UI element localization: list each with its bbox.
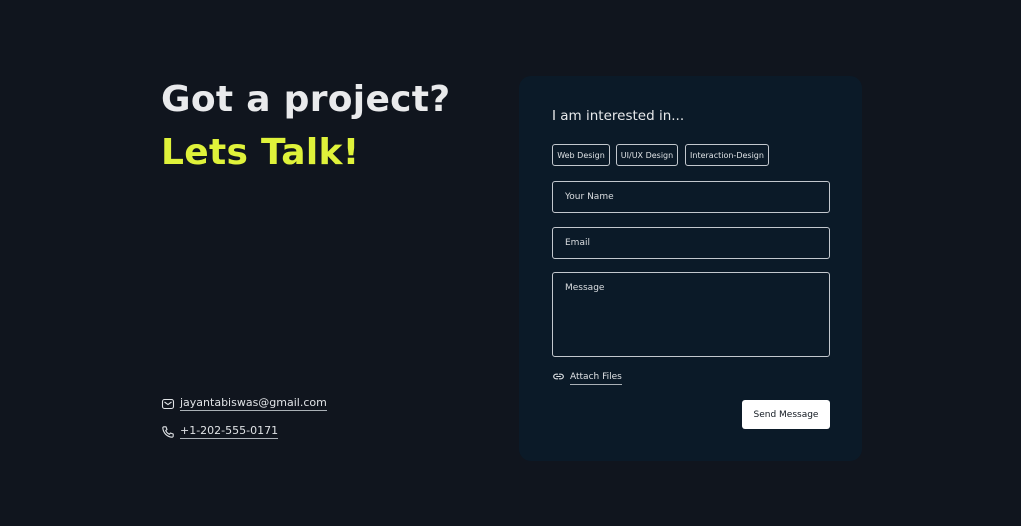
email-field[interactable]: Email: [552, 227, 830, 259]
send-message-button[interactable]: Send Message: [742, 400, 830, 429]
contact-form-card: I am interested in... Web Design UI/UX D…: [519, 76, 862, 461]
headline-accent: Lets Talk!: [161, 132, 360, 173]
contact-phone-text[interactable]: +1-202-555-0171: [180, 424, 279, 439]
attach-files-label[interactable]: Attach Files: [570, 372, 622, 385]
message-field[interactable]: Message: [552, 272, 830, 357]
mail-icon: [161, 397, 175, 411]
headline-primary: Got a project?: [161, 79, 451, 120]
phone-icon: [161, 425, 175, 439]
contact-email[interactable]: jayantabiswas@gmail.com: [161, 396, 327, 411]
contact-email-text[interactable]: jayantabiswas@gmail.com: [180, 396, 327, 411]
interest-label: I am interested in...: [552, 108, 685, 124]
attach-files-link[interactable]: Attach Files: [552, 370, 622, 386]
chip-interaction-design[interactable]: Interaction-Design: [685, 144, 769, 166]
name-field[interactable]: Your Name: [552, 181, 830, 213]
email-placeholder: Email: [565, 238, 590, 248]
name-placeholder: Your Name: [565, 192, 614, 202]
contact-page: Got a project? Lets Talk! jayantabiswas@…: [0, 0, 1021, 526]
chip-web-design[interactable]: Web Design: [552, 144, 610, 166]
message-placeholder: Message: [565, 283, 605, 293]
chip-ui-ux-design[interactable]: UI/UX Design: [616, 144, 678, 166]
link-icon: [552, 370, 565, 386]
contact-phone[interactable]: +1-202-555-0171: [161, 424, 279, 439]
